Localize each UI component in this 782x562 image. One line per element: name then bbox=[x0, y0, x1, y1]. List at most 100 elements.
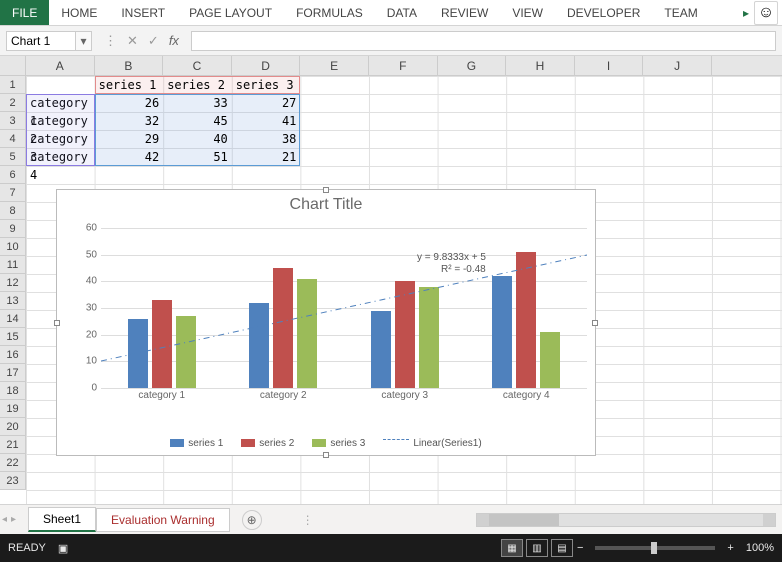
tab-formulas[interactable]: FORMULAS bbox=[284, 0, 375, 25]
formula-input[interactable] bbox=[191, 31, 776, 51]
sheet-tab-evaluation-warning[interactable]: Evaluation Warning bbox=[96, 508, 230, 532]
cell-D4[interactable]: 38 bbox=[232, 130, 301, 148]
row-3[interactable]: 3 bbox=[0, 112, 26, 130]
row-21[interactable]: 21 bbox=[0, 436, 26, 454]
tab-home[interactable]: HOME bbox=[49, 0, 109, 25]
chart-handle-n[interactable] bbox=[323, 187, 329, 193]
fx-icon[interactable]: fx bbox=[169, 33, 179, 48]
view-page-layout-button[interactable]: ▥ bbox=[526, 539, 548, 557]
zoom-thumb[interactable] bbox=[651, 542, 657, 554]
row-14[interactable]: 14 bbox=[0, 310, 26, 328]
tab-file[interactable]: FILE bbox=[0, 0, 49, 25]
embedded-chart[interactable]: Chart Title y = 9.8333x + 5 R² = -0.48 s… bbox=[56, 189, 596, 456]
bar-category3-series3[interactable] bbox=[419, 287, 439, 388]
bar-category1-series3[interactable] bbox=[176, 316, 196, 388]
cell-C3[interactable]: 45 bbox=[163, 112, 232, 130]
bar-category1-series1[interactable] bbox=[128, 319, 148, 388]
row-16[interactable]: 16 bbox=[0, 346, 26, 364]
scroll-right-button[interactable] bbox=[763, 514, 775, 526]
bar-category2-series3[interactable] bbox=[297, 279, 317, 388]
row-11[interactable]: 11 bbox=[0, 256, 26, 274]
row-15[interactable]: 15 bbox=[0, 328, 26, 346]
cell-D2[interactable]: 27 bbox=[232, 94, 301, 112]
smiley-icon[interactable]: ☺ bbox=[754, 1, 778, 25]
zoom-slider[interactable] bbox=[595, 546, 715, 550]
chart-handle-s[interactable] bbox=[323, 452, 329, 458]
row-23[interactable]: 23 bbox=[0, 472, 26, 490]
row-4[interactable]: 4 bbox=[0, 130, 26, 148]
row-20[interactable]: 20 bbox=[0, 418, 26, 436]
row-10[interactable]: 10 bbox=[0, 238, 26, 256]
tab-insert[interactable]: INSERT bbox=[109, 0, 177, 25]
name-box-dropdown[interactable]: ▾ bbox=[76, 31, 92, 51]
bar-category1-series2[interactable] bbox=[152, 300, 172, 388]
row-8[interactable]: 8 bbox=[0, 202, 26, 220]
tab-page-layout[interactable]: PAGE LAYOUT bbox=[177, 0, 284, 25]
row-17[interactable]: 17 bbox=[0, 364, 26, 382]
bar-category2-series1[interactable] bbox=[249, 303, 269, 388]
cell-D5[interactable]: 21 bbox=[232, 148, 301, 166]
col-B[interactable]: B bbox=[95, 56, 164, 75]
name-box[interactable]: ▾ bbox=[6, 31, 92, 51]
zoom-in-button[interactable]: + bbox=[723, 542, 737, 554]
bar-category4-series2[interactable] bbox=[516, 252, 536, 388]
sheet-nav[interactable]: ◂▸ bbox=[2, 514, 16, 525]
chart-handle-e[interactable] bbox=[592, 320, 598, 326]
col-A[interactable]: A bbox=[26, 56, 95, 75]
grid[interactable]: 215142category 4384029category 3414532ca… bbox=[26, 76, 782, 504]
cell-D3[interactable]: 41 bbox=[232, 112, 301, 130]
view-normal-button[interactable]: ▦ bbox=[501, 539, 523, 557]
chart-handle-w[interactable] bbox=[54, 320, 60, 326]
bar-category4-series1[interactable] bbox=[492, 276, 512, 388]
chevron-right-icon[interactable]: ▸ bbox=[738, 6, 754, 20]
col-E[interactable]: E bbox=[300, 56, 369, 75]
row-2[interactable]: 2 bbox=[0, 94, 26, 112]
cell-B3[interactable]: 32 bbox=[95, 112, 164, 130]
row-1[interactable]: 1 bbox=[0, 76, 26, 94]
enter-icon[interactable]: ✓ bbox=[148, 33, 159, 49]
cell-C5[interactable]: 51 bbox=[163, 148, 232, 166]
add-sheet-button[interactable]: ⊕ bbox=[242, 510, 262, 530]
row-22[interactable]: 22 bbox=[0, 454, 26, 472]
bar-category3-series1[interactable] bbox=[371, 311, 391, 388]
col-C[interactable]: C bbox=[163, 56, 232, 75]
col-J[interactable]: J bbox=[643, 56, 712, 75]
cell-C4[interactable]: 40 bbox=[163, 130, 232, 148]
bar-category4-series3[interactable] bbox=[540, 332, 560, 388]
bar-category3-series2[interactable] bbox=[395, 281, 415, 388]
cell-B4[interactable]: 29 bbox=[95, 130, 164, 148]
cell-D1[interactable]: series 3 bbox=[232, 76, 301, 94]
scroll-left-button[interactable] bbox=[477, 514, 489, 526]
col-D[interactable]: D bbox=[232, 56, 301, 75]
row-13[interactable]: 13 bbox=[0, 292, 26, 310]
select-all-corner[interactable] bbox=[0, 56, 26, 75]
tab-developer[interactable]: DEVELOPER bbox=[555, 0, 652, 25]
cell-B1[interactable]: series 1 bbox=[95, 76, 164, 94]
col-H[interactable]: H bbox=[506, 56, 575, 75]
row-5[interactable]: 5 bbox=[0, 148, 26, 166]
row-7[interactable]: 7 bbox=[0, 184, 26, 202]
col-I[interactable]: I bbox=[575, 56, 644, 75]
cell-C1[interactable]: series 2 bbox=[163, 76, 232, 94]
macro-record-icon[interactable]: ▣ bbox=[58, 542, 68, 555]
row-18[interactable]: 18 bbox=[0, 382, 26, 400]
cell-B2[interactable]: 26 bbox=[95, 94, 164, 112]
tab-team[interactable]: TEAM bbox=[652, 0, 709, 25]
col-F[interactable]: F bbox=[369, 56, 438, 75]
scroll-thumb[interactable] bbox=[489, 514, 559, 526]
name-box-input[interactable] bbox=[6, 31, 76, 51]
zoom-out-button[interactable]: − bbox=[573, 542, 587, 554]
cell-C2[interactable]: 33 bbox=[163, 94, 232, 112]
cancel-icon[interactable]: ✕ bbox=[127, 33, 138, 49]
zoom-level[interactable]: 100% bbox=[746, 542, 774, 554]
sheet-tab-sheet1[interactable]: Sheet1 bbox=[28, 507, 96, 532]
row-12[interactable]: 12 bbox=[0, 274, 26, 292]
tab-data[interactable]: DATA bbox=[375, 0, 429, 25]
view-page-break-button[interactable]: ▤ bbox=[551, 539, 573, 557]
dots-icon[interactable]: ⋮ bbox=[104, 33, 117, 49]
row-9[interactable]: 9 bbox=[0, 220, 26, 238]
horizontal-scrollbar[interactable] bbox=[476, 513, 776, 527]
tab-review[interactable]: REVIEW bbox=[429, 0, 500, 25]
cell-B5[interactable]: 42 bbox=[95, 148, 164, 166]
row-19[interactable]: 19 bbox=[0, 400, 26, 418]
